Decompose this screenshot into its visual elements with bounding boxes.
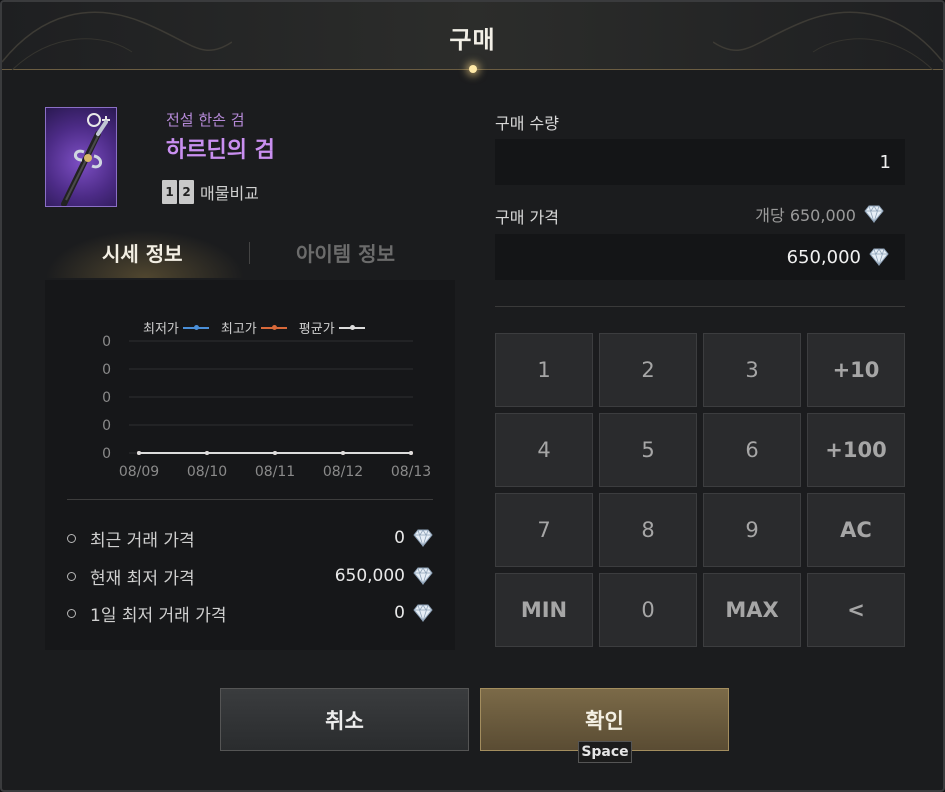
key-4[interactable]: 4	[495, 413, 593, 487]
y-tick-label: 0	[102, 334, 111, 350]
bullet-icon	[67, 533, 76, 543]
key-3[interactable]: 3	[703, 333, 801, 407]
panel-divider	[67, 499, 433, 500]
item-thumbnail[interactable]	[45, 107, 117, 207]
diamond-icon	[413, 529, 433, 547]
sword-icon	[61, 113, 110, 206]
stat-current-lowest: 현재 최저 가격 650,000	[67, 563, 435, 589]
stat-value: 0	[394, 603, 405, 623]
key-2[interactable]: 2	[599, 333, 697, 407]
x-tick-label: 08/12	[323, 464, 363, 480]
data-point	[341, 451, 345, 455]
quantity-value: 1	[879, 151, 891, 173]
stat-value: 0	[394, 528, 405, 548]
stat-label: 최근 거래 가격	[90, 530, 195, 551]
key-0[interactable]: 0	[599, 573, 697, 647]
y-tick-label: 0	[102, 390, 111, 406]
stat-label: 1일 최저 거래 가격	[90, 605, 227, 626]
price-history-chart: 0 0 0 0 0 08/09 08/10 08/11 08/12 08/13	[102, 334, 431, 480]
quantity-label: 구매 수량	[495, 114, 559, 133]
key-7[interactable]: 7	[495, 493, 593, 567]
x-tick-label: 08/11	[255, 464, 295, 480]
diamond-icon	[413, 567, 433, 585]
stat-recent-price: 최근 거래 가격 0	[67, 525, 435, 551]
compare-icon-right: 2	[179, 180, 194, 204]
key-all-clear[interactable]: AC	[807, 493, 905, 567]
key-6[interactable]: 6	[703, 413, 801, 487]
purchase-dialog: 구매 전설 한손 검 하르딘의 검 1 2 매물비교 시세 정보 아이템 정보	[0, 0, 945, 792]
cancel-button[interactable]: 취소	[220, 688, 469, 751]
key-max[interactable]: MAX	[703, 573, 801, 647]
number-keypad: 1 2 3 +10 4 5 6 +100 7 8 9 AC MIN 0 MAX …	[495, 333, 905, 647]
key-plus-10[interactable]: +10	[807, 333, 905, 407]
title-glow-dot	[469, 65, 477, 73]
diamond-icon	[864, 205, 884, 223]
keypad-divider	[495, 306, 905, 307]
bullet-icon	[67, 608, 76, 618]
x-tick-label: 08/13	[391, 464, 431, 480]
data-point	[205, 451, 209, 455]
unit-price: 개당 650,000	[755, 202, 886, 226]
compare-icon: 1 2	[162, 180, 194, 204]
key-8[interactable]: 8	[599, 493, 697, 567]
info-tabs: 시세 정보 아이템 정보	[45, 230, 455, 278]
item-grade: 전설 한손 검	[166, 111, 245, 129]
market-info-panel: 최저가 최고가 평균가 0 0 0 0 0 08/09 08/10 08/11 08/12 08/…	[45, 280, 455, 650]
price-input[interactable]: 650,000	[495, 234, 905, 280]
confirm-hotkey-hint: Space	[578, 741, 632, 763]
tab-market-info[interactable]: 시세 정보	[102, 238, 183, 267]
x-tick-label: 08/10	[187, 464, 227, 480]
tab-separator	[249, 242, 250, 264]
data-point	[409, 451, 413, 455]
compare-label: 매물비교	[200, 184, 259, 203]
unit-price-text: 개당 650,000	[755, 206, 856, 225]
key-min[interactable]: MIN	[495, 573, 593, 647]
stat-value: 650,000	[334, 566, 405, 586]
quantity-input[interactable]: 1	[495, 139, 905, 185]
y-tick-label: 0	[102, 418, 111, 434]
compare-icon-left: 1	[162, 180, 177, 204]
dialog-title: 구매	[449, 26, 496, 54]
key-9[interactable]: 9	[703, 493, 801, 567]
title-bar: 구매	[2, 2, 943, 70]
y-tick-label: 0	[102, 362, 111, 378]
key-plus-100[interactable]: +100	[807, 413, 905, 487]
tab-item-info[interactable]: 아이템 정보	[296, 238, 395, 267]
price-label: 구매 가격	[495, 208, 559, 227]
x-tick-label: 08/09	[119, 464, 159, 480]
diamond-icon	[413, 604, 433, 622]
diamond-icon	[869, 248, 889, 266]
key-5[interactable]: 5	[599, 413, 697, 487]
y-tick-label: 0	[102, 446, 111, 462]
data-point	[273, 451, 277, 455]
key-1[interactable]: 1	[495, 333, 593, 407]
stat-label: 현재 최저 가격	[90, 568, 195, 589]
data-point	[137, 451, 141, 455]
key-backspace[interactable]: <	[807, 573, 905, 647]
price-value: 650,000	[786, 246, 861, 268]
bullet-icon	[67, 571, 76, 581]
stat-daily-lowest: 1일 최저 거래 가격 0	[67, 600, 435, 626]
item-name: 하르딘의 검	[166, 138, 275, 163]
compare-button[interactable]: 1 2 매물비교	[162, 179, 259, 205]
